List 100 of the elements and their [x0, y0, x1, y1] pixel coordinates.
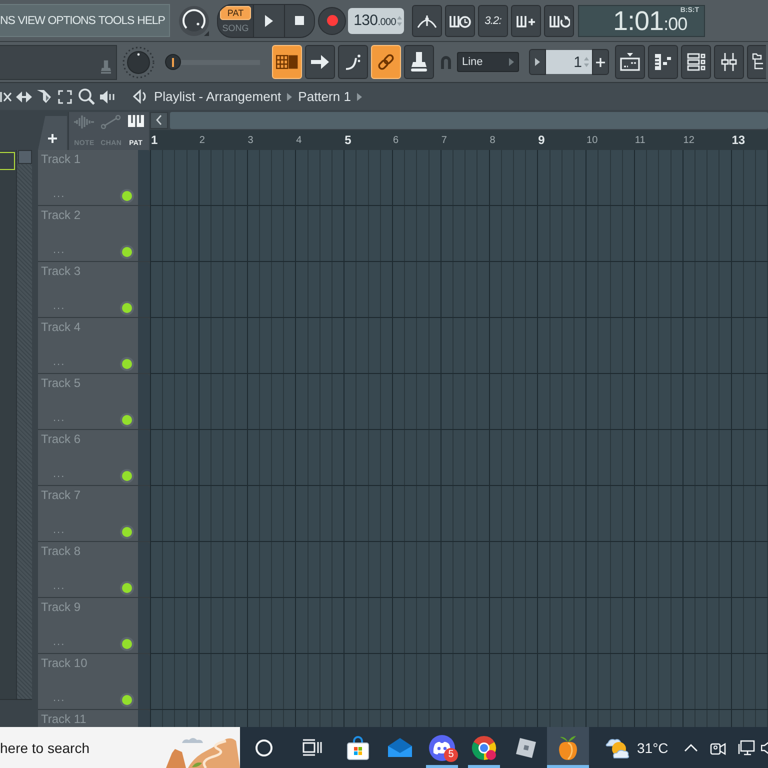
browser-icon	[471, 734, 497, 760]
record-button[interactable]	[318, 6, 346, 34]
keys-plus-button[interactable]	[511, 4, 541, 36]
track-name: Track 4	[41, 320, 81, 334]
track-header[interactable]: Track 2 ...	[38, 206, 150, 262]
mode-button[interactable]: SONG	[220, 21, 251, 35]
track-header[interactable]: Track 5 ...	[38, 374, 150, 430]
arrow-button[interactable]	[305, 45, 335, 79]
track-header[interactable]: Track 7 ...	[38, 486, 150, 542]
scroll-left-button[interactable]	[150, 112, 168, 128]
sun-cloud-icon[interactable]	[604, 736, 630, 758]
chevron-up-icon[interactable]	[684, 744, 698, 752]
led-icon[interactable]	[122, 191, 132, 201]
led-icon[interactable]	[122, 415, 132, 425]
track-header[interactable]: Track 10 ...	[38, 654, 150, 710]
keys-loop-icon	[548, 14, 570, 28]
knob[interactable]	[178, 4, 210, 36]
piano-roll-button[interactable]	[648, 45, 678, 79]
pattern-name[interactable]: Pattern 1	[298, 89, 351, 104]
speaker-icon[interactable]	[133, 89, 148, 104]
monitor-icon[interactable]	[738, 740, 756, 756]
snap-dropdown[interactable]: Line	[457, 52, 519, 72]
track-menu-dots[interactable]: ...	[53, 692, 66, 704]
horizontal-arrows-icon[interactable]	[16, 90, 32, 102]
cross-icon[interactable]	[0, 90, 12, 102]
grid-keys-button[interactable]	[272, 45, 302, 79]
fruit-icon	[557, 734, 579, 760]
wedge-icon[interactable]	[37, 89, 52, 104]
stamp-icon	[101, 60, 111, 74]
link-button[interactable]	[371, 45, 401, 79]
track-menu-dots[interactable]: ...	[53, 300, 66, 312]
stamp-button[interactable]	[404, 45, 434, 79]
grid-keys-icon	[276, 55, 298, 69]
timeline-ruler[interactable]: 1 2 3 4 5 6 7 8 9 10 11 12 13	[150, 130, 768, 150]
keys-clock-button[interactable]	[445, 4, 475, 36]
fullscreen-icon[interactable]	[58, 90, 72, 104]
led-icon[interactable]	[122, 303, 132, 313]
track-header[interactable]: Track 11	[38, 710, 150, 727]
chat-app-button[interactable]: 5	[421, 727, 463, 768]
scrollbar[interactable]	[16, 150, 32, 699]
stop-button[interactable]	[284, 4, 314, 36]
track-header[interactable]: Track 1 ...	[38, 150, 150, 206]
menu-item[interactable]: HELP	[137, 14, 165, 26]
metronome-button[interactable]	[412, 4, 442, 36]
menu-item[interactable]: NS	[0, 14, 15, 26]
bar-number: 13	[732, 133, 746, 147]
weather-temperature[interactable]: 31°C	[637, 740, 668, 756]
speaker-icon[interactable]	[761, 740, 768, 754]
track-header[interactable]: Track 8 ...	[38, 542, 150, 598]
track-menu-dots[interactable]: ...	[53, 356, 66, 368]
spinner-icon	[397, 14, 402, 26]
track-menu-dots[interactable]: ...	[53, 580, 66, 592]
search-field[interactable]: here to search	[0, 727, 160, 768]
curve-icon	[345, 54, 361, 70]
track-name: Track 5	[41, 376, 81, 390]
slider-thumb[interactable]	[165, 54, 181, 70]
mode-button[interactable]: PAT	[220, 6, 251, 20]
led-icon[interactable]	[122, 583, 132, 593]
led-icon[interactable]	[122, 359, 132, 369]
pattern-field[interactable]: 1	[546, 50, 592, 74]
track-menu-dots[interactable]: ...	[53, 188, 66, 200]
track-header[interactable]: Track 9 ...	[38, 598, 150, 654]
mixer-button[interactable]	[714, 45, 744, 79]
curve-button[interactable]	[338, 45, 368, 79]
menu-item[interactable]: OPTIONS	[48, 14, 96, 26]
track-menu-dots[interactable]: ...	[53, 636, 66, 648]
keys-plus-icon	[516, 14, 536, 28]
track-menu-dots[interactable]: ...	[53, 412, 66, 424]
fruit-app-button[interactable]	[547, 727, 589, 768]
led-icon[interactable]	[122, 527, 132, 537]
rows-button[interactable]	[681, 45, 711, 79]
record-icon	[326, 15, 338, 26]
picker-item[interactable]	[0, 152, 15, 170]
scrollbar[interactable]	[170, 112, 768, 128]
menu-item[interactable]: VIEW	[18, 14, 45, 26]
track-header[interactable]: Track 3 ...	[38, 262, 150, 318]
panel-button[interactable]	[615, 45, 645, 79]
tempo-field[interactable]: 130.000	[348, 8, 404, 34]
add-pattern-button[interactable]	[592, 49, 609, 75]
countdown-button[interactable]: 3.2:	[478, 4, 508, 36]
folder-tree-button[interactable]	[747, 45, 766, 79]
track-menu-dots[interactable]: ...	[53, 468, 66, 480]
track-header[interactable]: Track 4 ...	[38, 318, 150, 374]
led-icon[interactable]	[122, 695, 132, 705]
led-icon[interactable]	[122, 247, 132, 257]
pattern-menu-button[interactable]	[529, 49, 546, 75]
track-menu-dots[interactable]: ...	[53, 524, 66, 536]
bar-number: 5	[344, 133, 352, 147]
track-name: Track 6	[41, 432, 81, 446]
led-icon[interactable]	[122, 639, 132, 649]
add-track-button[interactable]	[38, 116, 67, 150]
track-header[interactable]: Track 6 ...	[38, 430, 150, 486]
keys-loop-button[interactable]	[544, 4, 574, 36]
track-menu-dots[interactable]: ...	[53, 244, 66, 256]
menu-item[interactable]: TOOLS	[98, 14, 134, 26]
play-button[interactable]	[253, 4, 284, 36]
led-icon[interactable]	[122, 471, 132, 481]
speaker-bars-icon[interactable]	[100, 90, 115, 104]
magnifier-icon[interactable]	[78, 88, 95, 105]
panel-icon	[620, 53, 640, 71]
